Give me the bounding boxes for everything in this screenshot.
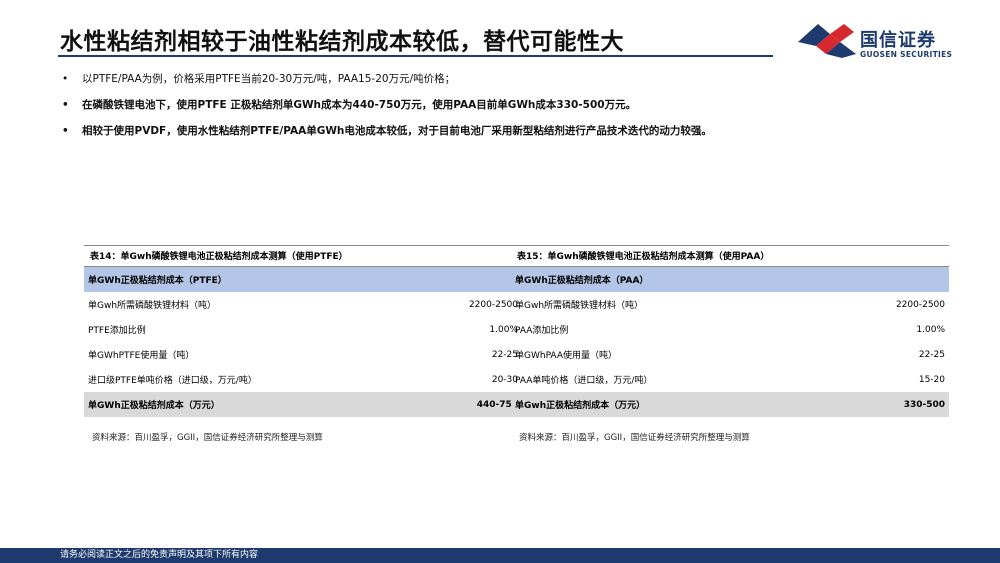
logo-text-cn: 国信证券 — [860, 30, 936, 51]
total-label: 单Gwh正极粘结剂成本（万元） — [515, 401, 646, 411]
page-title: 水性粘结剂相较于油性粘结剂成本较低，替代可能性大 — [60, 29, 624, 55]
row-label: PTFE添加比例 — [88, 326, 146, 336]
table-row: PTFE添加比例 1.00% — [84, 317, 522, 342]
title-divider — [58, 55, 773, 57]
table-row: 单Gwh所需磷酸铁锂材料（吨） 2200-2500 — [84, 292, 522, 317]
bullet-item: 相较于使用PVDF，使用水性粘结剂PTFE/PAA单GWh电池成本较低，对于目前… — [62, 124, 962, 138]
table-caption: 表14：单Gwh磷酸铁锂电池正极粘结剂成本测算（使用PTFE） — [84, 245, 522, 267]
table-row: 单GWhPAA使用量（吨） 22-25 — [511, 342, 949, 367]
row-label: 进口级PTFE单吨价格（进口级，万元/吨） — [88, 376, 257, 386]
table-source: 资料来源：百川盈孚，GGII，国信证券经济研究所整理与测算 — [92, 433, 323, 443]
table-source: 资料来源：百川盈孚，GGII，国信证券经济研究所整理与测算 — [519, 433, 750, 443]
row-label: 单GWhPAA使用量（吨） — [515, 351, 617, 361]
disclaimer-footer: 请务必阅读正文之后的免责声明及其项下所有内容 — [0, 548, 1000, 563]
table-row: PAA添加比例 1.00% — [511, 317, 949, 342]
row-value: 1.00% — [916, 324, 945, 335]
table-header-row: 单GWh正极粘结剂成本（PTFE） — [84, 267, 522, 292]
table-row: 单Gwh所需磷酸铁锂材料（吨） 2200-2500 — [511, 292, 949, 317]
row-label: 单Gwh所需磷酸铁锂材料（吨） — [88, 301, 217, 311]
row-value: 2200-2500 — [895, 299, 945, 310]
row-value: 22-25 — [918, 349, 945, 360]
row-label: 单GWhPTFE使用量（吨） — [88, 351, 195, 361]
total-label: 单GWh正极粘结剂成本（万元） — [88, 401, 220, 411]
logo-text-en: GUOSEN SECURITIES — [860, 50, 953, 59]
table-row: PAA单吨价格（进口级，万元/吨） 15-20 — [511, 367, 949, 392]
paa-cost-table: 表15：单Gwh磷酸铁锂电池正极粘结剂成本测算（使用PAA） 单GWh正极粘结剂… — [511, 245, 949, 443]
bullet-item: 在磷酸铁锂电池下，使用PTFE 正极粘结剂单GWh成本为440-750万元，使用… — [62, 98, 962, 112]
row-label: PAA单吨价格（进口级，万元/吨） — [515, 376, 653, 386]
table-total-row: 单Gwh正极粘结剂成本（万元） 330-500 — [511, 392, 949, 417]
total-value: 330-500 — [903, 399, 945, 410]
table-header-label: 单GWh正极粘结剂成本（PTFE） — [88, 276, 227, 286]
table-header-row: 单GWh正极粘结剂成本（PAA） — [511, 267, 949, 292]
table-total-row: 单GWh正极粘结剂成本（万元） 440-750 — [84, 392, 522, 417]
ptfe-cost-table: 表14：单Gwh磷酸铁锂电池正极粘结剂成本测算（使用PTFE） 单GWh正极粘结… — [84, 245, 522, 443]
table-header-label: 单GWh正极粘结剂成本（PAA） — [515, 276, 649, 286]
bullet-list: 以PTFE/PAA为例，价格采用PTFE当前20-30万元/吨，PAA15-20… — [62, 72, 962, 150]
table-caption: 表15：单Gwh磷酸铁锂电池正极粘结剂成本测算（使用PAA） — [511, 245, 949, 267]
row-value: 15-20 — [918, 374, 945, 385]
guosen-logo: 国信证券 GUOSEN SECURITIES — [796, 20, 966, 64]
row-label: 单Gwh所需磷酸铁锂材料（吨） — [515, 301, 644, 311]
table-row: 进口级PTFE单吨价格（进口级，万元/吨） 20-30 — [84, 367, 522, 392]
bullet-item: 以PTFE/PAA为例，价格采用PTFE当前20-30万元/吨，PAA15-20… — [62, 72, 962, 86]
row-label: PAA添加比例 — [515, 326, 569, 336]
guosen-logo-icon — [798, 24, 856, 58]
table-row: 单GWhPTFE使用量（吨） 22-25 — [84, 342, 522, 367]
